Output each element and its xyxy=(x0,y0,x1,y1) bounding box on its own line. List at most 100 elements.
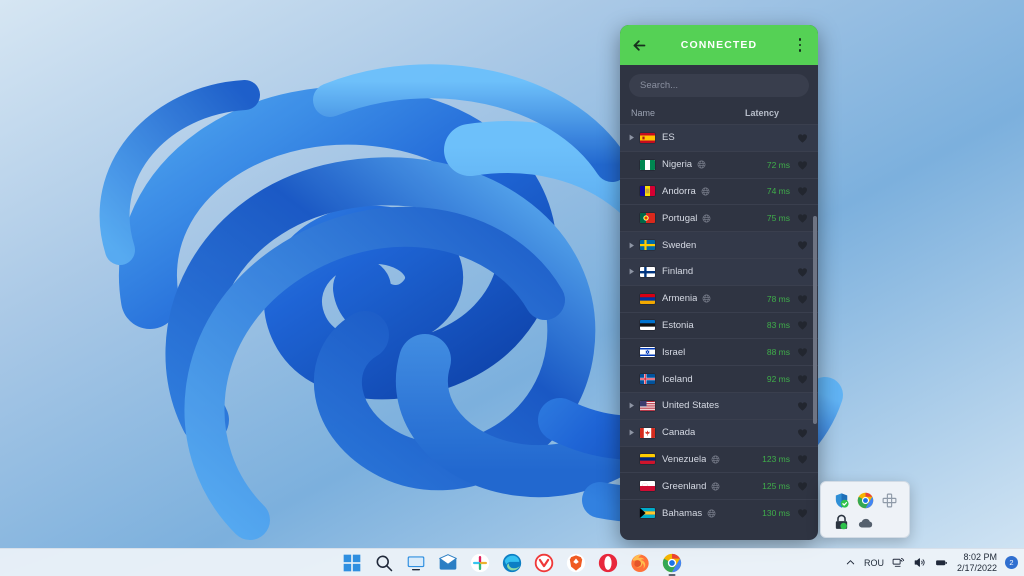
country-row[interactable]: Iceland92 ms xyxy=(620,365,818,392)
clock[interactable]: 8:02 PM 2/17/2022 xyxy=(957,552,997,574)
kebab-menu-icon[interactable] xyxy=(793,36,807,54)
country-name: Venezuela xyxy=(662,454,706,465)
expand-caret-icon[interactable] xyxy=(627,242,637,249)
country-row[interactable]: Israel88 ms xyxy=(620,338,818,365)
favorite-heart-icon[interactable] xyxy=(796,320,809,330)
expand-caret-icon[interactable] xyxy=(627,268,637,275)
country-group-row[interactable]: United States xyxy=(620,392,818,419)
country-row[interactable]: Bahamas130 ms xyxy=(620,499,818,526)
favorite-heart-icon[interactable] xyxy=(796,240,809,250)
opera-icon[interactable] xyxy=(598,553,618,573)
favorite-heart-icon[interactable] xyxy=(796,294,809,304)
clock-date: 2/17/2022 xyxy=(957,563,997,574)
country-name: Sweden xyxy=(662,240,696,251)
flag-icon xyxy=(640,133,655,143)
country-list[interactable]: ES Nigeria 72 ms Andorra 74 ms Portugal75 ms S… xyxy=(620,124,818,540)
flag-icon xyxy=(640,454,655,464)
country-row[interactable]: Venezuela 123 ms xyxy=(620,446,818,473)
security-shield-icon[interactable] xyxy=(833,492,850,509)
country-row[interactable]: Andorra 74 ms xyxy=(620,178,818,205)
clock-time: 8:02 PM xyxy=(957,552,997,563)
cloud-icon[interactable] xyxy=(857,514,874,531)
notification-badge[interactable]: 2 xyxy=(1005,556,1018,569)
list-scrollbar-thumb[interactable] xyxy=(813,216,817,424)
country-row[interactable]: Estonia83 ms xyxy=(620,312,818,339)
edge-icon[interactable] xyxy=(502,553,522,573)
country-name: Canada xyxy=(662,427,695,438)
chrome-icon[interactable] xyxy=(857,492,874,509)
latency-value: 74 ms xyxy=(748,186,796,196)
country-name: Iceland xyxy=(662,374,693,385)
favorite-heart-icon[interactable] xyxy=(796,428,809,438)
mail-icon[interactable] xyxy=(438,553,458,573)
country-name: Israel xyxy=(662,347,685,358)
globe-icon xyxy=(707,509,716,518)
globe-icon xyxy=(711,455,720,464)
start-icon[interactable] xyxy=(342,553,362,573)
favorite-heart-icon[interactable] xyxy=(796,454,809,464)
slack-icon[interactable] xyxy=(470,553,490,573)
chevron-up-icon[interactable] xyxy=(845,557,856,568)
country-row[interactable]: Greenland125 ms xyxy=(620,472,818,499)
taskbar-app-icons xyxy=(342,553,682,573)
country-name: Andorra xyxy=(662,186,696,197)
favorite-heart-icon[interactable] xyxy=(796,160,809,170)
vivaldi-icon[interactable] xyxy=(534,553,554,573)
desktop: CONNECTED Name Latency ESNigeria72 msAnd… xyxy=(0,0,1024,576)
system-tray: ROU 8:02 PM 2/17/2022 2 xyxy=(845,552,1018,574)
wallpaper xyxy=(0,0,1024,548)
search-input[interactable] xyxy=(629,74,809,97)
country-group-row[interactable]: ES xyxy=(620,124,818,151)
flag-icon xyxy=(640,428,655,438)
flag-icon xyxy=(640,481,655,491)
battery-icon[interactable] xyxy=(934,556,949,569)
globe-icon xyxy=(702,214,711,223)
latency-value: 125 ms xyxy=(748,481,796,491)
favorite-heart-icon[interactable] xyxy=(796,213,809,223)
plus-grid-icon[interactable] xyxy=(881,492,898,509)
favorite-heart-icon[interactable] xyxy=(796,374,809,384)
list-scrollbar[interactable] xyxy=(813,124,817,540)
country-row[interactable]: Armenia78 ms xyxy=(620,285,818,312)
favorite-heart-icon[interactable] xyxy=(796,186,809,196)
country-name: Nigeria xyxy=(662,159,692,170)
favorite-heart-icon[interactable] xyxy=(796,401,809,411)
expand-caret-icon[interactable] xyxy=(627,134,637,141)
task-view-icon[interactable] xyxy=(406,553,426,573)
country-row[interactable]: Portugal75 ms xyxy=(620,204,818,231)
favorite-heart-icon[interactable] xyxy=(796,347,809,357)
brave-icon[interactable] xyxy=(566,553,586,573)
globe-icon xyxy=(697,160,706,169)
country-group-row[interactable]: Sweden xyxy=(620,231,818,258)
favorite-heart-icon[interactable] xyxy=(796,481,809,491)
flag-icon xyxy=(640,347,655,357)
latency-value: 72 ms xyxy=(748,160,796,170)
country-name: United States xyxy=(662,400,719,411)
favorite-heart-icon[interactable] xyxy=(796,508,809,518)
chrome-icon[interactable] xyxy=(662,553,682,573)
country-row[interactable]: Nigeria 72 ms xyxy=(620,151,818,178)
search-icon[interactable] xyxy=(374,553,394,573)
country-group-row[interactable]: Finland xyxy=(620,258,818,285)
firefox-icon[interactable] xyxy=(630,553,650,573)
vpn-panel-header: CONNECTED xyxy=(620,25,818,65)
flag-icon xyxy=(640,186,655,196)
globe-icon xyxy=(701,187,710,196)
country-group-row[interactable]: Canada xyxy=(620,419,818,446)
network-icon[interactable] xyxy=(892,556,905,569)
expand-caret-icon[interactable] xyxy=(627,402,637,409)
language-indicator[interactable]: ROU xyxy=(864,558,884,568)
volume-icon[interactable] xyxy=(913,556,926,569)
flag-icon xyxy=(640,267,655,277)
flag-icon xyxy=(640,294,655,304)
vpn-panel: CONNECTED Name Latency ESNigeria72 msAnd… xyxy=(620,25,818,540)
expand-caret-icon[interactable] xyxy=(627,429,637,436)
lock-icon[interactable] xyxy=(833,514,850,531)
globe-icon xyxy=(702,294,711,303)
favorite-heart-icon[interactable] xyxy=(796,133,809,143)
favorite-heart-icon[interactable] xyxy=(796,267,809,277)
tray-overflow-popup xyxy=(820,481,910,538)
latency-value: 123 ms xyxy=(748,454,796,464)
column-header-latency: Latency xyxy=(745,108,807,118)
back-arrow-icon[interactable] xyxy=(631,37,648,54)
